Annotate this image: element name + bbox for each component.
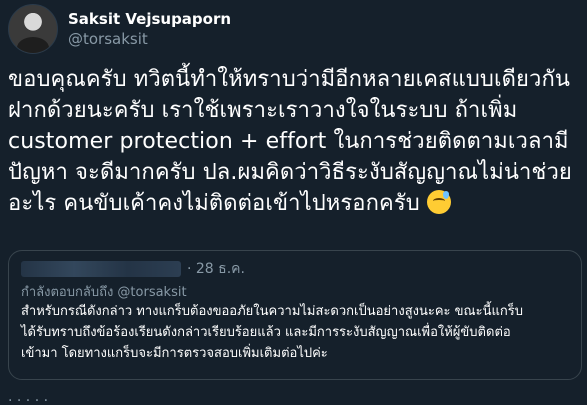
avatar[interactable]	[8, 4, 58, 54]
author-display-name[interactable]: Saksit Vejsupaporn	[68, 9, 231, 29]
author-names: Saksit Vejsupaporn @torsaksit	[68, 9, 231, 49]
tweet-body: ขอบคุณครับ ทวิตนี้ทำให้ทราบว่ามีอีกหลายเ…	[8, 64, 583, 219]
tweet-text: ขอบคุณครับ ทวิตนี้ทำให้ทราบว่ามีอีกหลายเ…	[8, 67, 572, 216]
quoted-tweet[interactable]: · 28 ธ.ค. กำลังตอบกลับถึง @torsaksit สำห…	[8, 250, 582, 380]
quoted-tweet-date: · 28 ธ.ค.	[187, 261, 245, 277]
blurred-author-name	[21, 261, 181, 277]
quoted-tweet-meta: · 28 ธ.ค.	[21, 258, 245, 280]
sweat-smile-icon	[426, 190, 451, 214]
replying-to-label: กำลังตอบกลับถึง @torsaksit	[21, 285, 187, 300]
tweet-timestamp-clipped: · · · · ·	[8, 393, 49, 405]
quoted-tweet-text: สำหรับกรณีดังกล่าว ทางแกร็บต้องขออภัยในค…	[21, 304, 523, 361]
author-handle[interactable]: @torsaksit	[68, 29, 231, 49]
tweet-header: Saksit Vejsupaporn @torsaksit	[8, 4, 231, 54]
